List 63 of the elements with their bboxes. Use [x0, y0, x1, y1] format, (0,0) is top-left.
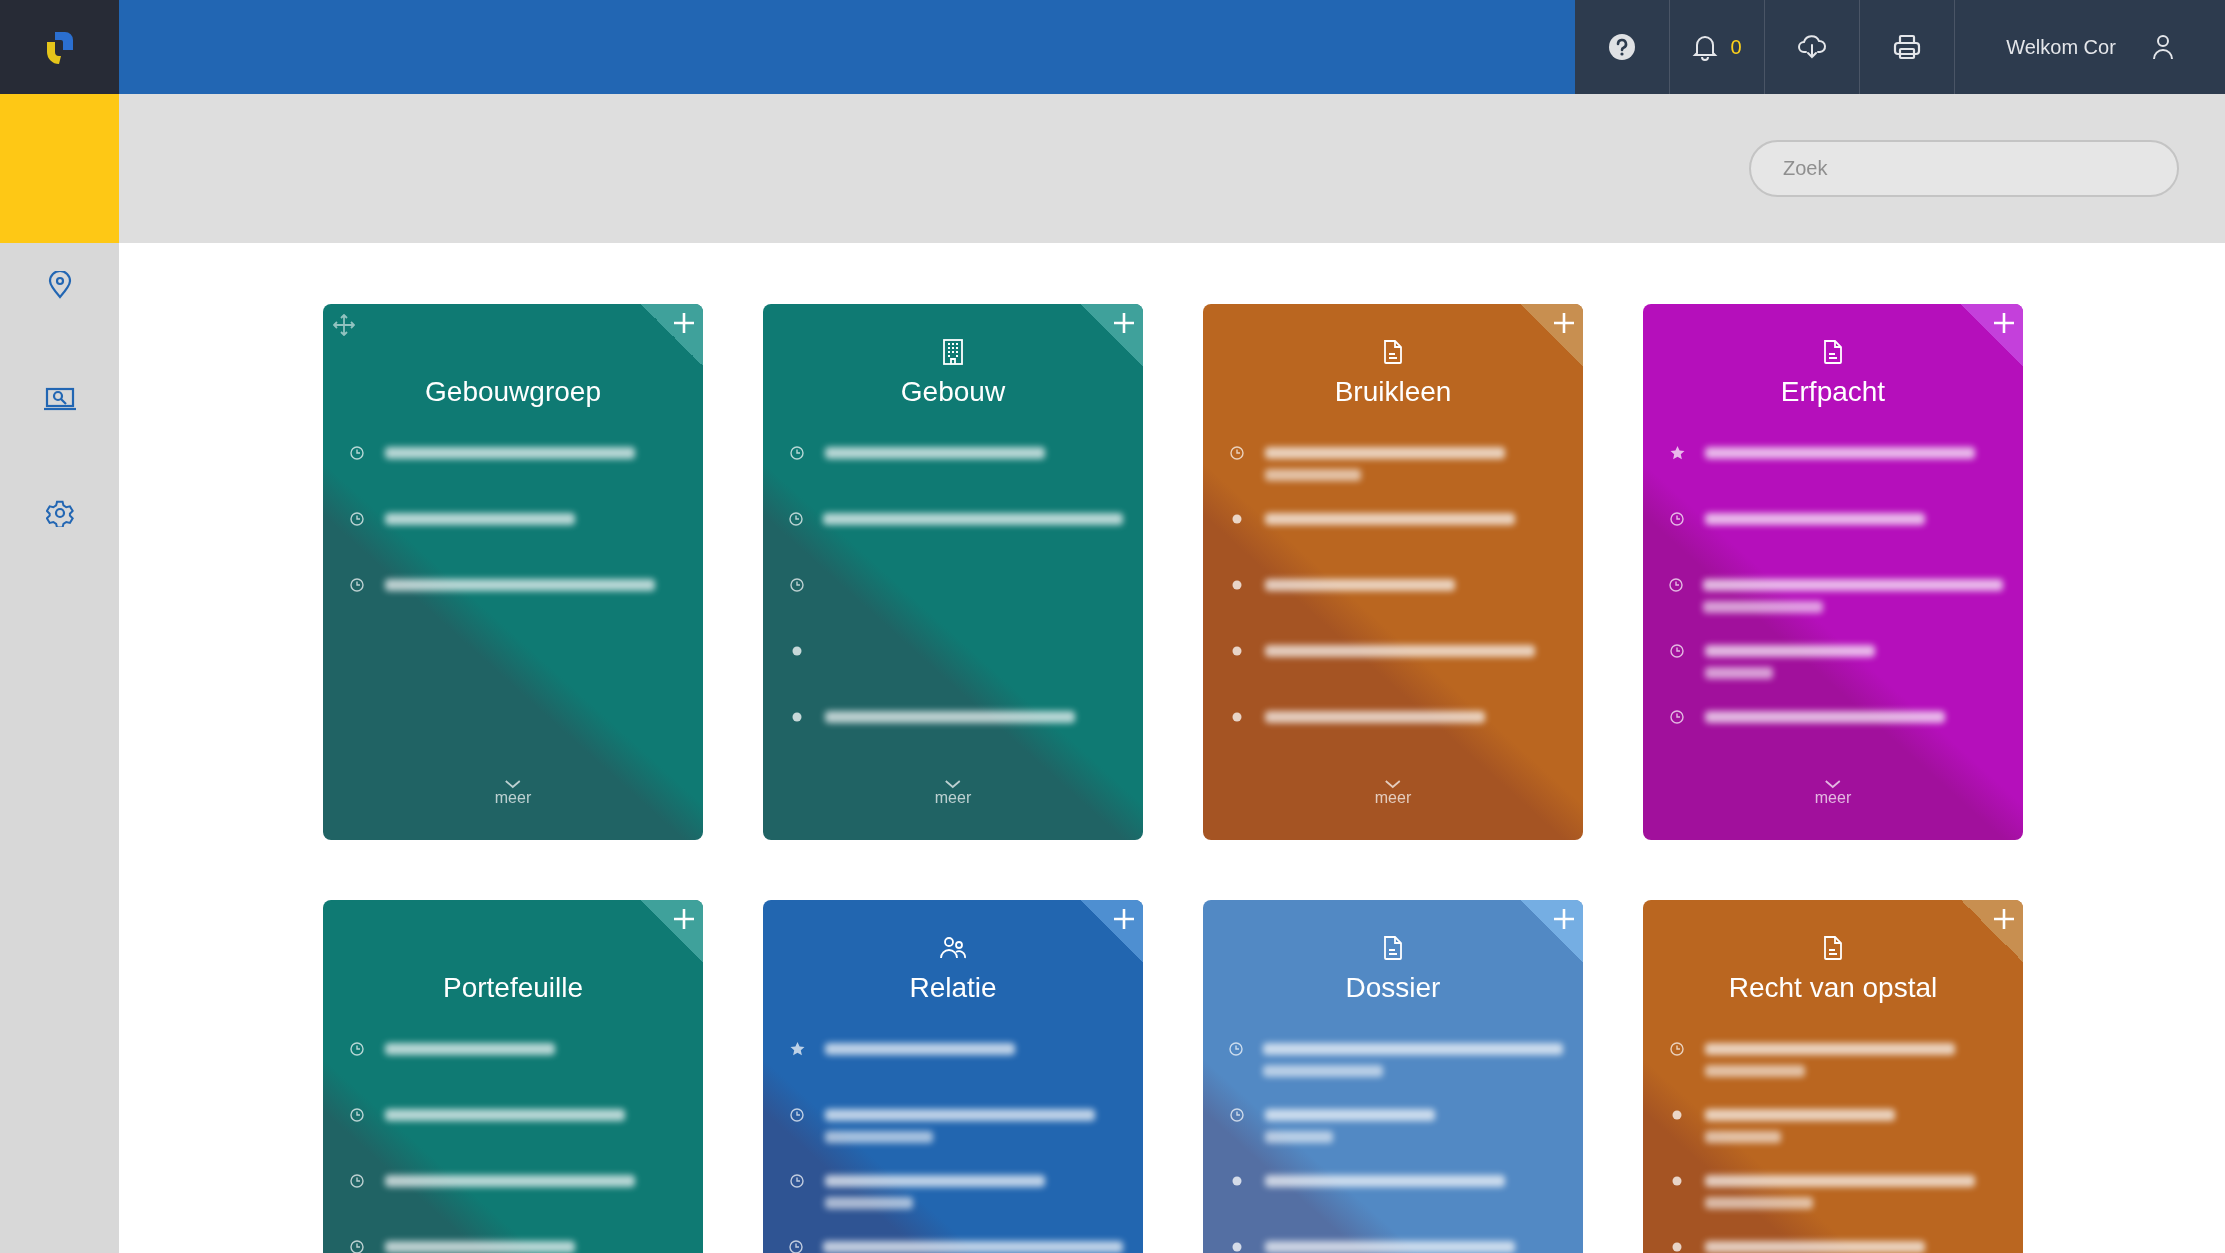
card-title: Bruikleen [1334, 375, 1452, 409]
clock-icon [789, 511, 803, 527]
clock-icon [349, 511, 365, 527]
more-button[interactable]: meer [1814, 780, 1852, 807]
card-title: Gebouw [900, 375, 1006, 409]
card-title: Portefeuille [442, 971, 584, 1005]
chevron-down-icon [945, 780, 961, 789]
pin-icon[interactable] [47, 271, 72, 299]
clock-icon [349, 577, 365, 593]
chevron-down-icon [505, 780, 521, 789]
building-icon [942, 339, 964, 365]
logo-icon[interactable] [0, 0, 119, 94]
bell-icon [1692, 33, 1719, 61]
clock-icon [1669, 709, 1685, 725]
card-title: Recht van opstal [1728, 971, 1938, 1005]
clock-icon [789, 1239, 803, 1253]
search-field[interactable]: Zoek [1749, 140, 2179, 197]
more-button[interactable]: meer [1374, 780, 1412, 807]
clock-icon [1669, 511, 1685, 527]
clock-icon [349, 445, 365, 461]
document-icon [1822, 339, 1844, 365]
document-icon [1822, 935, 1844, 961]
clock-icon [349, 1107, 365, 1123]
more-button[interactable]: meer [494, 780, 532, 807]
clock-icon [789, 1173, 805, 1189]
card-title: Gebouwgroep [425, 375, 601, 409]
clock-icon [349, 1239, 365, 1253]
user-icon[interactable] [2151, 34, 2174, 60]
star-icon [1669, 445, 1685, 461]
clock-icon [789, 577, 805, 593]
card-title: Erfpacht [1780, 375, 1886, 409]
add-button[interactable] [1553, 908, 1575, 930]
document-icon [1382, 339, 1404, 365]
add-button[interactable] [1993, 908, 2015, 930]
clock-icon [349, 1041, 365, 1057]
document-icon [1382, 935, 1404, 961]
laptop-search-icon[interactable] [42, 387, 77, 411]
clock-icon [789, 445, 805, 461]
card-title: Dossier [1345, 971, 1441, 1005]
add-button[interactable] [1993, 312, 2015, 334]
clock-icon [1669, 577, 1683, 593]
chevron-down-icon [1825, 780, 1841, 789]
welcome-text: Welkom Cor [2006, 35, 2116, 60]
add-button[interactable] [1113, 908, 1135, 930]
clock-icon [789, 1107, 805, 1123]
star-icon [789, 1041, 805, 1057]
people-icon [939, 936, 967, 960]
add-button[interactable] [673, 312, 695, 334]
add-button[interactable] [1113, 312, 1135, 334]
clock-icon [1669, 643, 1685, 659]
clock-icon [349, 1173, 365, 1189]
settings-icon[interactable] [45, 499, 74, 527]
clock-icon [1229, 445, 1245, 461]
clock-icon [1229, 1041, 1243, 1057]
clock-icon [1669, 1041, 1685, 1057]
move-icon[interactable] [333, 314, 355, 336]
clock-icon [1229, 1107, 1245, 1123]
chevron-down-icon [1385, 780, 1401, 789]
more-button[interactable]: meer [934, 780, 972, 807]
card-title: Relatie [909, 971, 997, 1005]
notification-count: 0 [1730, 35, 1742, 60]
add-button[interactable] [673, 908, 695, 930]
add-button[interactable] [1553, 312, 1575, 334]
